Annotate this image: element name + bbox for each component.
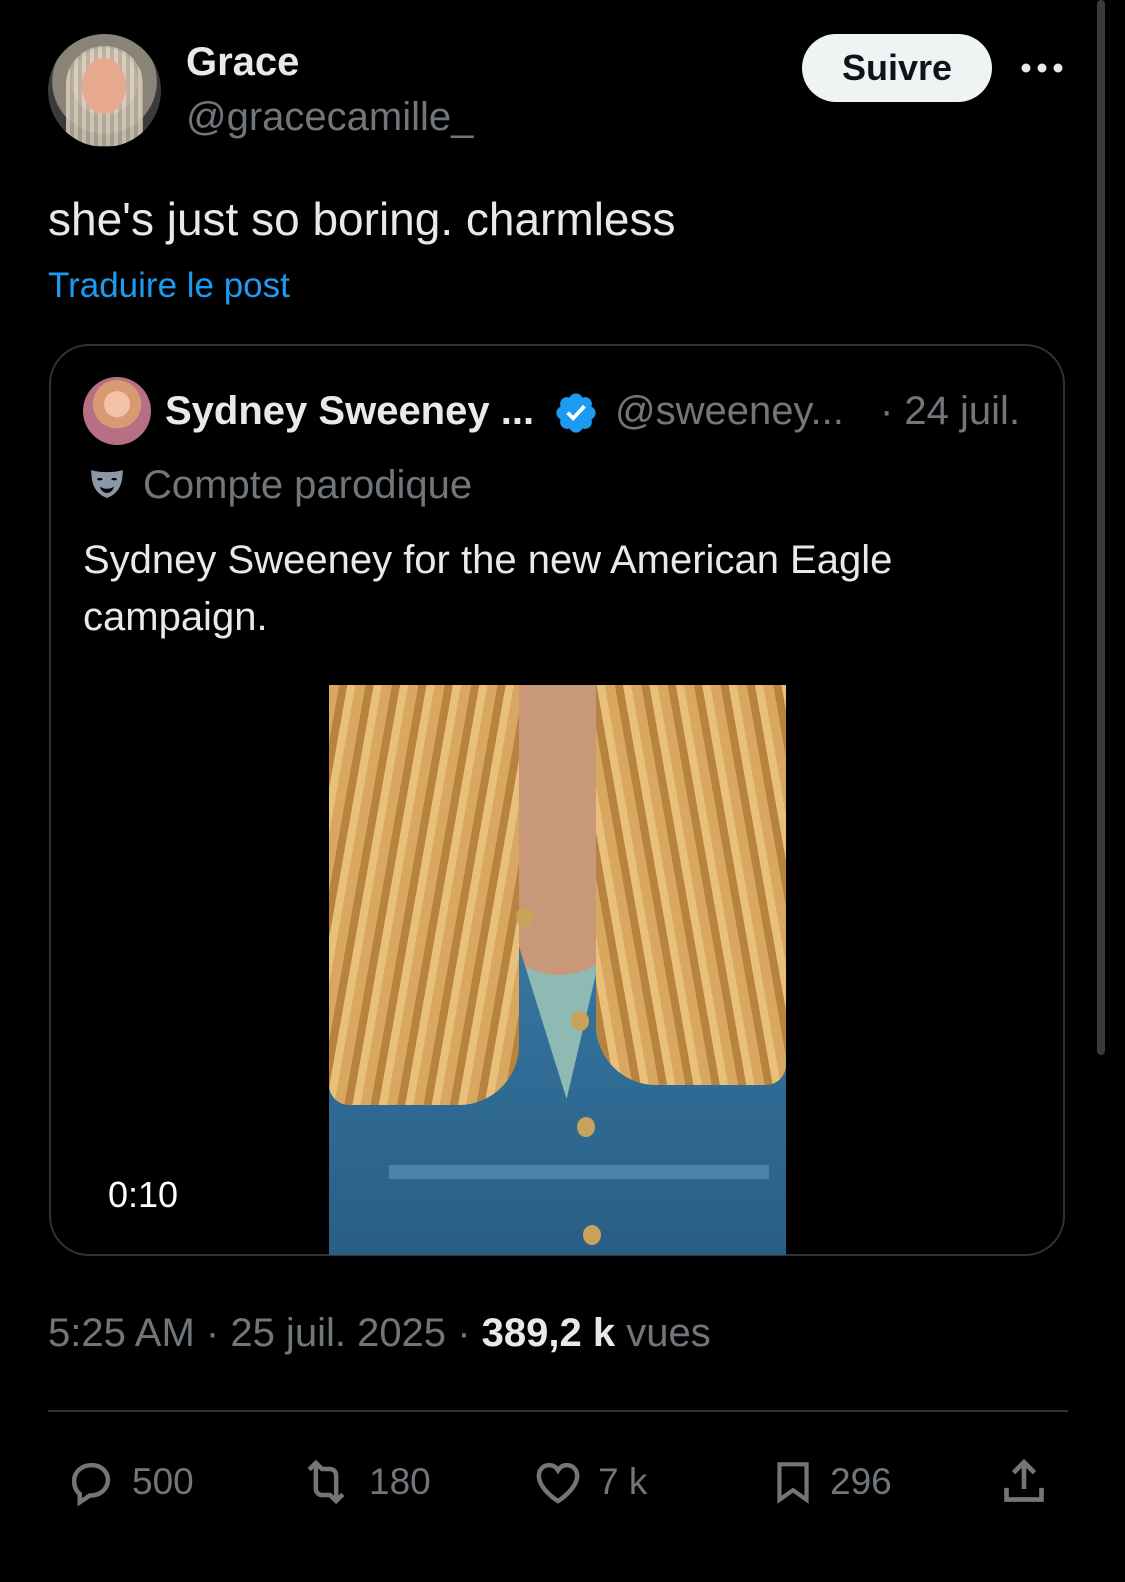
like-count: 7 k [598,1461,648,1502]
quoted-post-date[interactable]: · 24 juil. [880,389,1020,434]
share-icon [1004,1458,1044,1502]
scrollbar[interactable] [1097,0,1105,1055]
views-count: 389,2 k [481,1311,616,1355]
author-avatar[interactable] [48,34,161,147]
author-handle[interactable]: @gracecamille_ [186,95,473,140]
translate-link[interactable]: Traduire le post [48,266,290,306]
parody-account-label: Compte parodique [143,463,473,507]
post-time[interactable]: 5:25 AM [48,1311,195,1355]
post-meta: 5:25 AM · 25 juil. 2025 · 389,2 k vues [48,1311,711,1355]
bookmark-count: 296 [830,1461,892,1502]
repost-count: 180 [369,1461,431,1502]
views-label: vues [626,1311,711,1355]
verified-icon [553,390,599,436]
reply-icon [71,1462,111,1507]
bookmark-button[interactable]: 296 [768,1452,892,1512]
repost-icon [307,1459,345,1505]
bookmark-icon [777,1462,809,1504]
video-duration: 0:10 [108,1174,179,1215]
reply-count: 500 [132,1461,194,1502]
reply-button[interactable]: 500 [62,1452,194,1512]
post-date[interactable]: 25 juil. 2025 [230,1311,446,1355]
quoted-author-name[interactable]: Sydney Sweeney ... [165,389,534,434]
more-icon[interactable] [1020,46,1064,90]
parody-mask-icon [86,463,128,505]
divider [48,1410,1068,1412]
post-text: she's just so boring. charmless [48,193,676,245]
video-thumbnail[interactable] [329,685,786,1255]
quoted-author-avatar[interactable] [83,377,151,445]
author-name[interactable]: Grace [186,40,299,85]
quoted-post-text: Sydney Sweeney for the new American Eagl… [83,538,893,639]
follow-button[interactable]: Suivre [802,34,992,102]
like-button[interactable]: 7 k [530,1452,647,1512]
like-icon [536,1462,580,1504]
quoted-author-handle[interactable]: @sweeney... [615,389,844,434]
repost-button[interactable]: 180 [295,1452,431,1512]
share-button[interactable] [996,1452,1052,1512]
